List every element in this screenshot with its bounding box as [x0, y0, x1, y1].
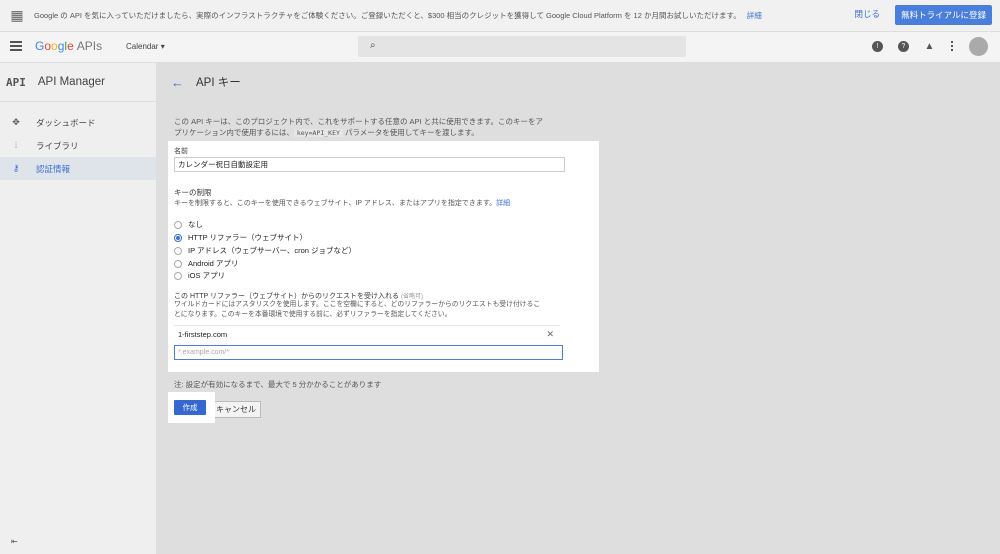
key-restriction-desc: キーを制限すると、このキーを使用できるウェブサイト、IP アドレス、またはアプリ… — [174, 200, 511, 207]
library-icon: ⦙ — [14, 140, 18, 150]
search-icon: ⌕ — [370, 40, 376, 51]
sidebar-item-library[interactable]: ⦙ ライブラリ — [0, 134, 156, 157]
sidebar: API API Manager ✥ ダッシュボード ⦙ ライブラリ ⚷ 認証情報… — [0, 63, 157, 554]
sidebar-item-label: ダッシュボード — [36, 117, 96, 128]
name-field[interactable]: カレンダー祝日自動設定用 — [174, 157, 565, 172]
radio-button[interactable] — [174, 271, 182, 280]
referrer-value: 1-firststep.com — [178, 330, 228, 339]
api-key-form: 名前 カレンダー祝日自動設定用 キーの制限 キーを制限すると、このキーを使用でき… — [168, 141, 599, 372]
radio-button[interactable] — [174, 259, 182, 268]
intro-text: この API キーは、このプロジェクト内で、これをサポートする任意の API と… — [174, 117, 543, 137]
api-logo-icon: API — [6, 75, 26, 89]
referrer-desc: ワイルドカードにはアスタリスクを使用します。ここを空欄にすると、どのリファラーか… — [174, 301, 541, 318]
sidebar-item-label: ライブラリ — [36, 140, 79, 151]
radio-button-selected[interactable] — [174, 233, 182, 242]
collapse-sidebar-icon[interactable]: ⇤ — [11, 537, 18, 546]
page-title: API キー — [196, 77, 241, 89]
radio-button[interactable] — [174, 246, 182, 255]
create-button[interactable]: 作成 — [174, 400, 206, 415]
project-selector[interactable]: Calendar ▾ — [126, 42, 165, 51]
notifications-icon[interactable]: ▲ — [924, 41, 935, 52]
radio-none[interactable]: なし — [174, 219, 203, 230]
help-icon[interactable]: ? — [898, 41, 909, 52]
google-apis-logo[interactable]: Google APIs — [35, 39, 102, 53]
radio-ip-address[interactable]: IP アドレス（ウェブサーバー、cron ジョブなど） — [174, 245, 356, 256]
dashboard-icon: ✥ — [12, 117, 20, 127]
radio-android-app[interactable]: Android アプリ — [174, 258, 238, 269]
promo-banner: ▦ Google の API を気に入っていただけましたら、実際のインフラストラ… — [0, 0, 1000, 32]
name-label: 名前 — [174, 148, 188, 155]
referrer-input[interactable]: *.example.com/* — [174, 345, 563, 360]
referrer-entry: 1-firststep.com ✕ — [174, 325, 560, 342]
radio-ios-app[interactable]: iOS アプリ — [174, 270, 225, 281]
code-snippet: key=API_KEY — [293, 129, 343, 137]
sidebar-header: API API Manager — [0, 63, 156, 102]
cancel-button[interactable]: キャンセル — [211, 401, 261, 418]
search-input[interactable]: ⌕ — [358, 36, 686, 57]
more-options-icon[interactable] — [951, 41, 954, 53]
restriction-more-link[interactable]: 詳細 — [496, 200, 510, 207]
page-header: ← API キー — [157, 63, 1000, 102]
key-icon: ⚷ — [12, 163, 20, 173]
free-trial-button[interactable]: 無料トライアルに登録 — [895, 5, 992, 25]
promo-more-link[interactable]: 詳細 — [747, 10, 762, 21]
radio-http-referrer[interactable]: HTTP リファラー（ウェブサイト） — [174, 232, 307, 243]
avatar[interactable] — [969, 37, 988, 56]
top-bar: Google APIs Calendar ▾ ⌕ ! ? ▲ — [0, 32, 1000, 63]
settings-delay-note: 注: 設定が有効になるまで、最大で 5 分かかることがあります — [174, 380, 382, 389]
remove-referrer-icon[interactable]: ✕ — [546, 326, 554, 343]
gift-icon: ▦ — [10, 7, 24, 23]
radio-button[interactable] — [174, 220, 182, 229]
sidebar-item-dashboard[interactable]: ✥ ダッシュボード — [0, 111, 156, 134]
sidebar-item-credentials[interactable]: ⚷ 認証情報 — [0, 157, 156, 180]
promo-message: Google の API を気に入っていただけましたら、実際のインフラストラクチ… — [34, 11, 741, 20]
key-restriction-title: キーの制限 — [174, 188, 212, 197]
sidebar-item-label: 認証情報 — [36, 163, 71, 174]
feedback-icon[interactable]: ! — [872, 41, 883, 52]
sidebar-title: API Manager — [37, 76, 105, 88]
promo-close-button[interactable]: 閉じる — [854, 8, 880, 20]
create-button-highlight: 作成 — [168, 392, 215, 423]
back-arrow-icon[interactable]: ← — [171, 75, 184, 90]
hamburger-menu-icon[interactable] — [10, 41, 22, 51]
